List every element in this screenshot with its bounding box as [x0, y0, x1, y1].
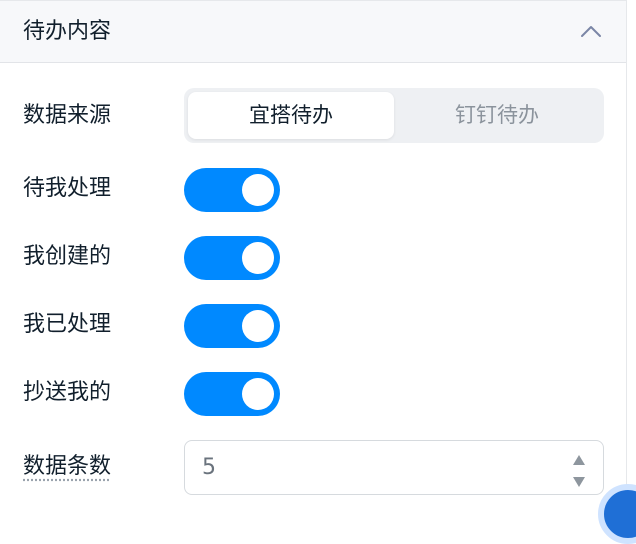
toggle-processed-by-me[interactable]: [184, 304, 280, 348]
toggle-knob: [242, 310, 274, 342]
triangle-down-icon[interactable]: [572, 473, 586, 487]
toggle-cc-me[interactable]: [184, 372, 280, 416]
data-source-option-yida[interactable]: 宜搭待办: [188, 92, 394, 139]
data-source-segmented: 宜搭待办 钉钉待办: [184, 88, 604, 143]
toggle-knob: [242, 174, 274, 206]
toggle-label-cc-me: 抄送我的: [23, 380, 112, 405]
data-count-stepper: [569, 448, 589, 488]
data-count-value: 5: [202, 455, 216, 480]
toggle-label-pending-me: 待我处理: [23, 176, 112, 201]
toggle-label-processed-by-me: 我已处理: [23, 312, 112, 337]
data-source-option-dingtalk[interactable]: 钉钉待办: [394, 92, 600, 139]
toggle-pending-me[interactable]: [184, 168, 280, 212]
data-count-input[interactable]: 5: [184, 440, 604, 495]
toggle-knob: [242, 242, 274, 274]
toggle-knob: [242, 378, 274, 410]
panel-title: 待办内容: [23, 19, 112, 44]
toggle-created-by-me[interactable]: [184, 236, 280, 280]
triangle-up-icon[interactable]: [572, 451, 586, 465]
todo-content-panel: 待办内容 数据来源 宜搭待办 钉钉待办 待我处理 我创建的 我已处理 抄送我的 …: [0, 0, 627, 518]
chevron-up-icon[interactable]: [578, 21, 604, 43]
data-count-label: 数据条数: [23, 454, 112, 479]
toggle-label-created-by-me: 我创建的: [23, 244, 112, 269]
panel-header[interactable]: 待办内容: [0, 0, 626, 63]
data-source-label: 数据来源: [23, 103, 112, 128]
